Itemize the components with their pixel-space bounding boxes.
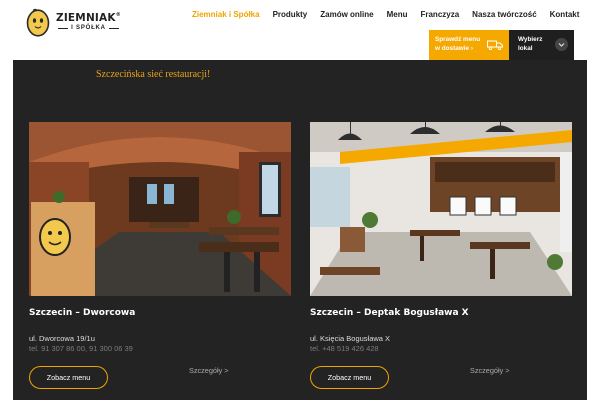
details-link[interactable]: Szczegóły > bbox=[189, 366, 229, 375]
nav-item-franczyza[interactable]: Franczyza bbox=[420, 10, 459, 19]
details-link[interactable]: Szczegóły > bbox=[470, 366, 510, 375]
restaurant-phone: tel. +48 519 426 428 bbox=[310, 344, 379, 353]
main-nav: Ziemniak i Spółka Produkty Zamów online … bbox=[192, 10, 579, 19]
nav-item-kontakt[interactable]: Kontakt bbox=[550, 10, 580, 19]
logo[interactable]: ZIEMNIAK® I SPÓŁKA bbox=[26, 6, 126, 38]
restaurant-card-deptak-boguslawa: Szczecin – Deptak Bogusława X ul. Księci… bbox=[310, 122, 572, 389]
nav-item-nasza-tworczosc[interactable]: Nasza twórczość bbox=[472, 10, 536, 19]
restaurant-photo-deptak-boguslawa[interactable] bbox=[310, 122, 572, 296]
restaurants-section: Szczecińska sieć restauracji! Szczecin –… bbox=[13, 60, 587, 400]
brand-sub: I SPÓŁKA bbox=[71, 25, 106, 32]
brand-rule-left bbox=[58, 27, 69, 29]
nav-item-menu[interactable]: Menu bbox=[387, 10, 408, 19]
restaurant-card-dworcowa: Szczecin – Dworcowa ul. Dworcowa 19/1u t… bbox=[29, 122, 291, 389]
brand-name: ZIEMNIAK bbox=[56, 11, 116, 24]
restaurant-address: ul. Dworcowa 19/1u bbox=[29, 334, 95, 343]
brand-registered-mark: ® bbox=[115, 11, 121, 18]
chevron-down-icon bbox=[555, 38, 568, 51]
restaurant-photo-dworcowa[interactable] bbox=[29, 122, 291, 296]
nav-item-produkty[interactable]: Produkty bbox=[273, 10, 308, 19]
view-menu-button[interactable]: Zobacz menu bbox=[310, 366, 389, 389]
choose-location-dropdown[interactable]: Wybierz lokal bbox=[509, 30, 574, 60]
nav-item-ziemniak-i-spolka[interactable]: Ziemniak i Spółka bbox=[192, 10, 260, 19]
restaurant-phone: tel. 91 307 86 00, 91 300 06 39 bbox=[29, 344, 133, 353]
delivery-truck-icon bbox=[487, 40, 503, 50]
potato-logo-icon bbox=[26, 8, 50, 37]
brand-rule-right bbox=[108, 27, 119, 29]
site-header: ZIEMNIAK® I SPÓŁKA Ziemniak i Spółka Pro… bbox=[0, 0, 600, 60]
view-menu-button[interactable]: Zobacz menu bbox=[29, 366, 108, 389]
restaurant-address: ul. Księcia Bogusława X bbox=[310, 334, 391, 343]
nav-item-zamow-online[interactable]: Zamów online bbox=[320, 10, 373, 19]
section-tagline: Szczecińska sieć restauracji! bbox=[96, 69, 211, 80]
restaurant-title[interactable]: Szczecin – Deptak Bogusława X bbox=[310, 308, 469, 318]
brand-wordmark: ZIEMNIAK® I SPÓŁKA bbox=[56, 11, 121, 32]
delivery-menu-button[interactable]: Sprawdź menu w dostawie › bbox=[429, 30, 509, 60]
restaurant-title[interactable]: Szczecin – Dworcowa bbox=[29, 308, 135, 318]
